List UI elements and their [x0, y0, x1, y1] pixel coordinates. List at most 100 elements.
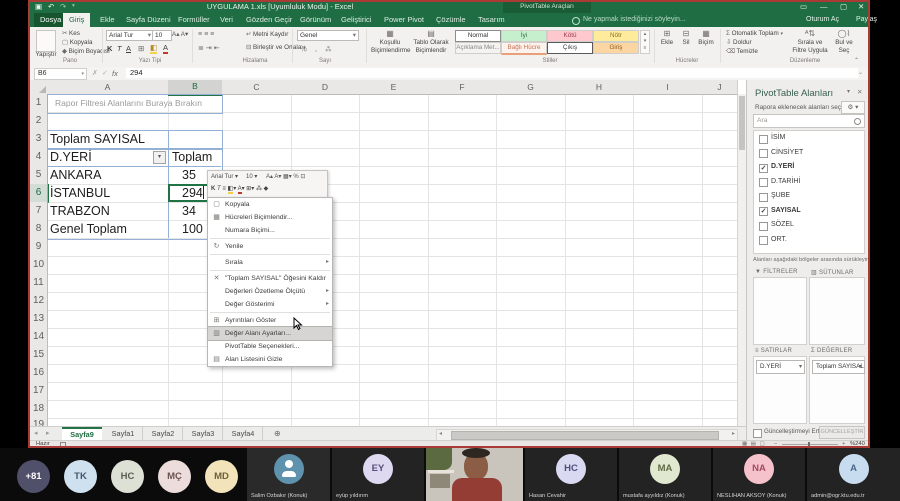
view-shortcut-icons[interactable]: ▦ ▤ ▢ — [742, 441, 766, 447]
checkbox-unchecked[interactable] — [759, 236, 768, 245]
fill-button[interactable]: ⇩ Doldur — [726, 39, 752, 47]
participant-tile[interactable]: HC Hasan Cevahir — [525, 448, 617, 501]
menu-item-pivottable-secenekleri[interactable]: PivotTable Seçenekleri... — [208, 340, 332, 353]
pivot-value[interactable]: 100 — [182, 220, 203, 238]
tab-gozden-gecir[interactable]: Gözden Geçir — [240, 13, 298, 27]
delete-cells-button[interactable]: ⊟Sil — [678, 30, 694, 47]
menu-item-sirala[interactable]: Sırala▸ — [208, 256, 332, 269]
update-button[interactable]: GÜNCELLEŞTİR — [819, 426, 865, 439]
tab-ekle[interactable]: Ekle — [94, 13, 121, 27]
grow-font-button[interactable]: A▴ A▾ — [172, 31, 188, 39]
checkbox-unchecked[interactable] — [759, 178, 768, 187]
row-header[interactable]: 16 — [30, 364, 48, 383]
merge-center-button[interactable]: ⊟ Birleştir ve Ortala ▾ — [246, 44, 306, 52]
undo-icon[interactable]: ↶ — [48, 0, 54, 13]
defer-checkbox[interactable] — [753, 429, 762, 438]
tab-gorunum[interactable]: Görünüm — [294, 13, 337, 27]
field-dyeri[interactable]: ✓D.YERİ — [754, 160, 864, 175]
menu-item-deger-gosterimi[interactable]: Değer Gösterimi▸ — [208, 298, 332, 311]
col-header-g[interactable]: G — [496, 80, 566, 95]
field-dtarihi[interactable]: D.TARİHİ — [754, 175, 864, 190]
field-sozel[interactable]: SÖZEL — [754, 218, 864, 233]
pivot-row-label[interactable]: TRABZON — [50, 202, 110, 220]
tab-tasarim[interactable]: Tasarım — [472, 13, 511, 27]
zoom-slider-thumb[interactable] — [808, 442, 810, 447]
tab-veri[interactable]: Veri — [214, 13, 239, 27]
italic-button[interactable]: T — [117, 44, 122, 53]
font-size-select[interactable]: 10 — [152, 30, 172, 41]
font-color-icon[interactable]: A — [163, 44, 168, 54]
tab-gelistirici[interactable]: Geliştirici — [335, 13, 377, 27]
row-header[interactable]: 11 — [30, 274, 48, 293]
pivot-title-cell[interactable]: Toplam SAYISAL — [50, 130, 145, 148]
clear-button[interactable]: ⌫ Temizle — [726, 48, 758, 56]
tell-me[interactable]: Ne yapmak istediğinizi söyleyin... — [583, 13, 686, 27]
paste-button[interactable] — [36, 30, 56, 52]
menu-item-hucreleri-bicimlendir[interactable]: ▦Hücreleri Biçimlendir... — [208, 211, 332, 224]
display-settings-icon[interactable]: ▭ — [800, 0, 807, 13]
participant-bubble[interactable]: MD — [205, 460, 238, 493]
area-filters-box[interactable] — [753, 277, 807, 345]
row-header[interactable]: 5 — [30, 166, 48, 185]
participant-bubble[interactable]: TK — [64, 460, 97, 493]
vscroll-thumb[interactable] — [739, 96, 745, 150]
rows-field-chip[interactable]: D.YERİ▾ — [756, 360, 805, 374]
style-gallery-scroll[interactable]: ▴▾≡ — [640, 30, 650, 54]
row-header[interactable]: 1 — [30, 94, 48, 113]
font-name-select[interactable]: Arial Tur ▾ — [106, 30, 154, 41]
col-header-a[interactable]: A — [47, 80, 169, 95]
sheet-tab-sayfa4[interactable]: Sayfa4 — [224, 427, 263, 441]
menu-item-alan-listesini-gizle[interactable]: ▤Alan Listesini Gizle — [208, 353, 332, 366]
select-all-corner[interactable] — [30, 80, 48, 95]
checkbox-unchecked[interactable] — [759, 135, 768, 144]
sheet-tab-sayfa2[interactable]: Sayfa2 — [144, 427, 183, 441]
checkbox-unchecked[interactable] — [759, 149, 768, 158]
pane-tools-button[interactable]: ⚙ ▾ — [841, 101, 865, 114]
participant-tile[interactable]: EY eyüp yıldırım — [332, 448, 424, 501]
zoom-slider[interactable] — [782, 444, 838, 445]
qat-caret-icon[interactable]: ▾ — [72, 0, 75, 13]
borders-icon[interactable]: ⊞ — [138, 44, 144, 53]
row-header[interactable]: 9 — [30, 238, 48, 257]
sort-filter-button[interactable]: ᴬ⇅Sırala ve Filtre Uygula — [792, 30, 828, 55]
style-iyi[interactable]: İyi — [501, 30, 547, 42]
sign-in[interactable]: Oturum Aç — [806, 13, 839, 27]
values-field-chip[interactable]: Toplam SAYISAL▾ — [812, 360, 865, 374]
style-normal[interactable]: Normal — [455, 30, 501, 42]
align-icons[interactable]: ≡≡≡ — [198, 31, 216, 38]
share-button[interactable]: Paylaş — [856, 13, 877, 27]
field-isim[interactable]: İSİM — [754, 131, 864, 146]
close-icon[interactable]: ✕ — [858, 0, 864, 13]
field-sayisal[interactable]: ✓SAYISAL — [754, 204, 864, 219]
restore-icon[interactable]: ▢ — [840, 0, 847, 13]
row-header[interactable]: 17 — [30, 382, 48, 401]
format-as-table-button[interactable]: ▤Tablo Olarak Biçimlendir — [411, 30, 451, 55]
sheet-tab-sayfa3[interactable]: Sayfa3 — [184, 427, 223, 441]
collapse-ribbon-icon[interactable]: ⌃ — [854, 57, 859, 64]
mini-font-icons[interactable]: A▴ A▾ ▦▾ % ⊡ — [266, 173, 305, 180]
cancel-entry-icon[interactable]: ✗ — [92, 67, 98, 80]
area-columns-box[interactable] — [809, 277, 865, 345]
field-ort[interactable]: ORT. — [754, 233, 864, 248]
col-header-f[interactable]: F — [428, 80, 497, 95]
insert-cells-button[interactable]: ⊞Ekle — [658, 30, 676, 47]
conditional-formatting-button[interactable]: ▦Koşullu Biçimlendirme — [371, 30, 409, 55]
participant-bubble[interactable]: +81 — [17, 460, 50, 493]
add-sheet-icon[interactable]: ⊕ — [274, 427, 281, 441]
area-values-box[interactable]: Toplam SAYISAL▾ — [809, 356, 865, 424]
style-giris[interactable]: Giriş — [593, 42, 639, 54]
confirm-entry-icon[interactable]: ✓ — [102, 67, 108, 80]
pivot-value[interactable]: 35 — [182, 166, 196, 184]
menu-item-numara-bicimi[interactable]: Numara Biçimi... — [208, 224, 332, 237]
style-bagli-hucre[interactable]: Bağlı Hücre — [501, 42, 547, 55]
participant-tile[interactable]: NA NESLİHAN AKSOY (Konuk) — [713, 448, 805, 501]
pane-close-icon[interactable]: ✕ — [857, 88, 862, 96]
participant-tile[interactable]: Salim Özbakır (Konuk) — [247, 448, 330, 501]
pivot-row-field-cell[interactable]: D.YERİ — [50, 148, 92, 166]
zoom-in-icon[interactable]: + — [842, 441, 845, 447]
formula-bar-expand-icon[interactable]: ⌄ — [858, 67, 863, 80]
copy-button[interactable]: ▢ Kopyala — [62, 39, 92, 47]
checkbox-unchecked[interactable] — [759, 222, 768, 231]
sheet-prev-icon[interactable]: ◂ — [34, 427, 38, 441]
row-header[interactable]: 10 — [30, 256, 48, 275]
